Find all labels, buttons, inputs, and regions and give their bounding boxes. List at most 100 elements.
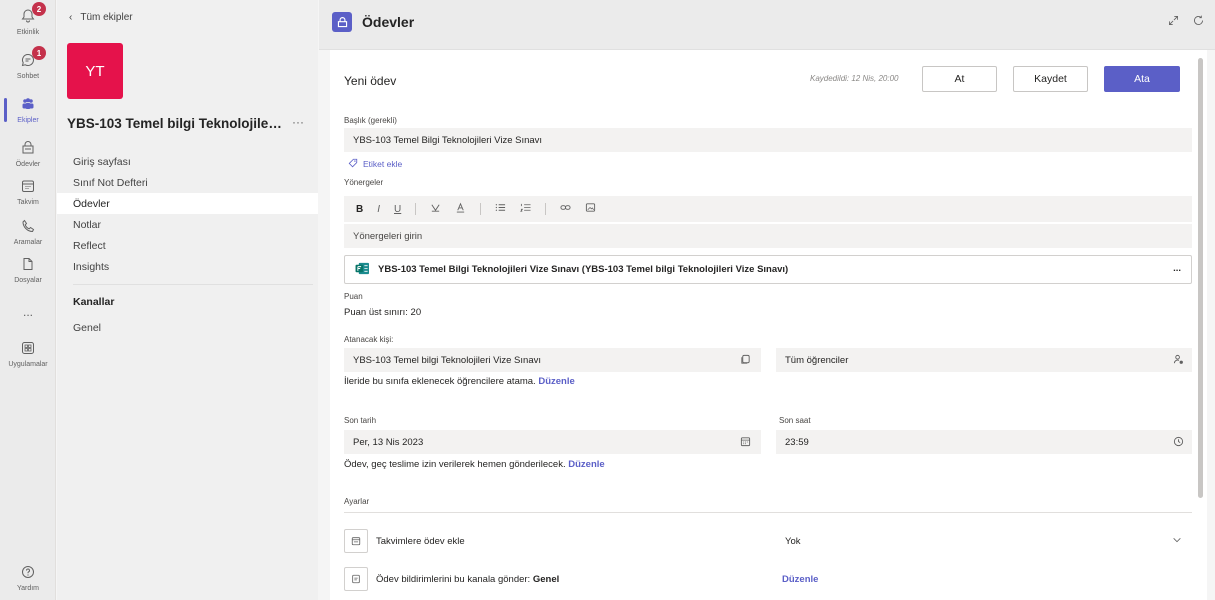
toolbar-separator — [415, 203, 417, 215]
nav-item-reflect[interactable]: Reflect — [57, 235, 318, 256]
rail-activity[interactable]: Etkinlik 2 — [0, 0, 56, 44]
refresh-icon[interactable] — [1192, 14, 1205, 30]
rail-chat[interactable]: Sohbet 1 — [0, 44, 56, 88]
image-icon[interactable] — [585, 202, 596, 216]
discard-button[interactable]: At — [922, 66, 997, 92]
attachment-card[interactable]: YBS-103 Temel Bilgi Teknolojileri Vize S… — [344, 255, 1192, 284]
notification-settings-icon — [344, 567, 368, 591]
edit-students-link[interactable]: Düzenle — [538, 376, 574, 387]
add-tag-link[interactable]: Etiket ekle — [348, 158, 402, 170]
link-icon[interactable] — [560, 202, 571, 216]
calendar-dropdown-value: Yok — [785, 535, 801, 547]
main-area: Ödevler Yeni ödev Kaydedildi: 12 Nis, 20… — [319, 0, 1215, 600]
numbering-icon[interactable] — [520, 202, 531, 216]
app-rail: Etkinlik 2 Sohbet 1 Ekipler Ödevler Takv… — [0, 0, 56, 600]
assignment-form: Yeni ödev Kaydedildi: 12 Nis, 20:00 At K… — [330, 50, 1207, 600]
class-selector[interactable]: YBS-103 Temel bilgi Teknolojileri Vize S… — [344, 348, 761, 372]
more-options-icon[interactable]: ··· — [292, 115, 304, 129]
chevron-down-icon — [1172, 535, 1182, 548]
team-avatar: YT — [67, 43, 123, 99]
clock-icon — [1173, 436, 1184, 450]
teams-icon — [20, 96, 36, 115]
students-value: Tüm öğrenciler — [785, 354, 849, 366]
calendar-setting-text: Takvimlere ödev ekle — [376, 536, 465, 547]
title-input[interactable]: YBS-103 Temel Bilgi Teknolojileri Vize S… — [344, 128, 1192, 152]
more-icon: ... — [22, 305, 33, 319]
highlight-icon[interactable] — [430, 202, 441, 216]
chevron-left-icon: ‹ — [69, 12, 73, 23]
divider — [73, 284, 313, 285]
rail-teams[interactable]: Ekipler — [0, 88, 56, 132]
back-label: Tüm ekipler — [80, 12, 133, 23]
calendar-icon — [740, 436, 751, 450]
top-actions — [1167, 14, 1205, 30]
add-tag-label: Etiket ekle — [363, 159, 403, 169]
rail-label: Uygulamalar — [8, 361, 48, 368]
toolbar-separator — [480, 203, 482, 215]
channel-general[interactable]: Genel — [73, 322, 101, 334]
team-name: YBS-103 Temel bilgi Teknolojileri Vize S… — [67, 116, 282, 131]
points-value[interactable]: Puan üst sınırı: 20 — [344, 307, 421, 318]
notify-text: Ödev bildirimlerini bu kanala gönder: — [376, 574, 531, 585]
rail-label: Sohbet — [16, 73, 40, 80]
rail-label: Dosyalar — [14, 277, 42, 284]
future-students-text: İleride bu sınıfa eklenecek öğrencilere … — [344, 376, 536, 387]
font-color-icon[interactable] — [455, 202, 466, 216]
page-title: Ödevler — [362, 14, 415, 30]
rail-files[interactable]: Dosyalar — [0, 248, 56, 292]
due-time-value: 23:59 — [785, 436, 809, 448]
future-students-note: İleride bu sınıfa eklenecek öğrencilere … — [344, 376, 575, 387]
assignments-icon — [20, 140, 36, 159]
notify-setting: Ödev bildirimlerini bu kanala gönder: Ge… — [376, 574, 559, 585]
edit-due-link[interactable]: Düzenle — [568, 459, 604, 470]
settings-heading: Ayarlar — [344, 497, 370, 506]
students-selector[interactable]: Tüm öğrenciler — [776, 348, 1192, 372]
italic-button[interactable]: I — [377, 204, 380, 215]
nav-item-home[interactable]: Giriş sayfası — [57, 151, 318, 172]
forms-icon — [355, 262, 370, 278]
tag-icon — [348, 158, 358, 170]
rail-label: Ödevler — [15, 161, 41, 168]
rail-calendar[interactable]: Takvim — [0, 170, 56, 214]
notification-badge: 2 — [32, 2, 46, 16]
calendar-dropdown[interactable]: Yok — [776, 529, 1192, 553]
help-icon — [20, 564, 36, 583]
assign-button[interactable]: Ata — [1104, 66, 1180, 92]
nav-item-notebook[interactable]: Sınıf Not Defteri — [57, 172, 318, 193]
instructions-label: Yönergeler — [344, 178, 384, 187]
team-panel: ‹ Tüm ekipler YT YBS-103 Temel bilgi Tek… — [57, 0, 318, 600]
due-time-picker[interactable]: 23:59 — [776, 430, 1192, 454]
rail-apps[interactable]: Uygulamalar — [0, 332, 56, 376]
calendar-icon — [20, 178, 36, 197]
scrollbar[interactable] — [1198, 58, 1203, 498]
channels-heading: Kanallar — [73, 296, 115, 308]
edit-notify-link[interactable]: Düzenle — [782, 574, 818, 585]
bold-button[interactable]: B — [356, 204, 363, 215]
points-label: Puan — [344, 292, 363, 301]
nav-item-assignments[interactable]: Ödevler — [57, 193, 318, 214]
bullets-icon[interactable] — [495, 202, 506, 216]
class-value: YBS-103 Temel bilgi Teknolojileri Vize S… — [353, 354, 541, 366]
nav-item-insights[interactable]: Insights — [57, 256, 318, 277]
rail-more[interactable]: ... — [0, 290, 56, 334]
more-options-icon[interactable]: ... — [1173, 263, 1181, 274]
back-to-teams-link[interactable]: ‹ Tüm ekipler — [69, 12, 133, 23]
instructions-input[interactable]: Yönergeleri girin — [344, 224, 1192, 248]
attachment-title: YBS-103 Temel Bilgi Teknolojileri Vize S… — [378, 264, 789, 275]
rail-help[interactable]: Yardım — [0, 556, 56, 600]
save-button[interactable]: Kaydet — [1013, 66, 1088, 92]
toolbar-separator — [545, 203, 547, 215]
late-submission-note: Ödev, geç teslime izin verilerek hemen g… — [344, 459, 605, 470]
late-text: Ödev, geç teslime izin verilerek hemen g… — [344, 459, 566, 470]
top-bar: Ödevler — [319, 0, 1215, 50]
title-label: Başlık (gerekli) — [344, 116, 397, 125]
nav-item-grades[interactable]: Notlar — [57, 214, 318, 235]
expand-icon[interactable] — [1167, 14, 1180, 30]
underline-button[interactable]: U — [394, 204, 401, 215]
due-date-picker[interactable]: Per, 13 Nis 2023 — [344, 430, 761, 454]
due-date-label: Son tarih — [344, 416, 377, 425]
team-nav: Giriş sayfası Sınıf Not Defteri Ödevler … — [57, 151, 318, 277]
rail-label: Aramalar — [13, 239, 43, 246]
people-settings-icon — [1173, 354, 1184, 368]
calendar-settings-icon — [344, 529, 368, 553]
